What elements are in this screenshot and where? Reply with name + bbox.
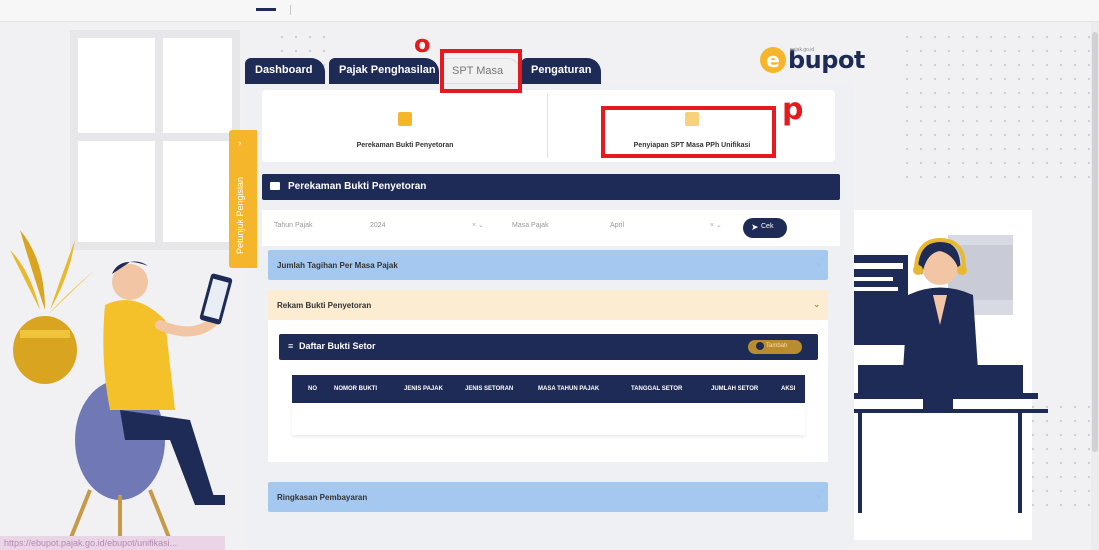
accordion-ringkasan-label: Ringkasan Pembayaran — [277, 493, 368, 502]
menu-perekaman-label: Perekaman Bukti Penyetoran — [356, 142, 454, 149]
daftar-title: Daftar Bukti Setor — [299, 341, 376, 351]
logo-tagline: pajak.go.id — [790, 47, 815, 53]
annotation-box-spt-masa — [440, 49, 522, 93]
tab-pengaturan[interactable]: Pengaturan — [521, 58, 601, 84]
tambah-label: Tambah — [766, 343, 788, 349]
cek-button[interactable]: ➤ Cek — [743, 218, 787, 238]
toolbar-separator — [290, 5, 291, 15]
annotation-letter-p: p — [782, 92, 804, 127]
masa-pajak-label: Masa Pajak — [512, 222, 549, 229]
tab-dashboard[interactable]: Dashboard — [245, 58, 325, 84]
logo-e-badge: e — [760, 47, 786, 73]
th-no: NO — [308, 386, 317, 392]
masa-pajak-select[interactable]: April — [610, 222, 624, 229]
tambah-button[interactable]: Tambah — [748, 340, 802, 354]
menu-divider — [547, 94, 548, 158]
section-header: Perekaman Bukti Penyetoran — [262, 174, 840, 200]
customer-service-illustration — [848, 235, 1048, 513]
filter-row: Tahun Pajak 2024 × ⌄ Masa Pajak April × … — [262, 210, 840, 246]
browser-toolbar — [0, 0, 1099, 22]
th-jenis-setoran: JENIS SETORAN — [465, 386, 514, 392]
paper-plane-icon: ➤ — [751, 222, 759, 232]
window-frame-horizontal — [78, 133, 232, 141]
chevron-right-icon: › — [817, 492, 820, 501]
chevron-right-icon: › — [817, 260, 820, 269]
accordion-rekam-bukti[interactable]: Rekam Bukti Penyetoran ⌄ — [268, 290, 828, 320]
accordion-ringkasan[interactable]: Ringkasan Pembayaran › — [268, 482, 828, 512]
tab-pajak-penghasilan[interactable]: Pajak Penghasilan — [329, 58, 439, 84]
tahun-pajak-select[interactable]: 2024 — [370, 222, 386, 229]
receipt-icon — [398, 112, 412, 126]
accordion-jumlah-label: Jumlah Tagihan Per Masa Pajak — [277, 261, 398, 270]
annotation-box-penyiapan — [601, 106, 776, 158]
chevron-right-icon: › — [238, 138, 242, 149]
page-scrollbar[interactable] — [1091, 22, 1099, 550]
masa-clear-chevron-icon[interactable]: × ⌄ — [710, 221, 722, 229]
scrollbar-thumb[interactable] — [1092, 32, 1098, 452]
menu-perekaman-bukti[interactable]: Perekaman Bukti Penyetoran — [262, 90, 548, 162]
accordion-rekam-label: Rekam Bukti Penyetoran — [277, 301, 372, 310]
man-with-phone-illustration — [10, 230, 233, 545]
tahun-clear-chevron-icon[interactable]: × ⌄ — [472, 221, 484, 229]
petunjuk-pengisian-label: Petunjuk Pengisian — [235, 176, 245, 254]
th-jenis-pajak: JENIS PAJAK — [404, 386, 443, 392]
table-header: NO NOMOR BUKTI JENIS PAJAK JENIS SETORAN… — [292, 375, 805, 403]
list-icon: ≡ — [288, 341, 294, 351]
chevron-down-icon: ⌄ — [813, 300, 820, 309]
dot-pattern — [900, 30, 1090, 180]
plus-circle-icon — [756, 342, 764, 350]
cek-label: Cek — [761, 223, 774, 230]
tahun-pajak-label: Tahun Pajak — [274, 222, 313, 229]
th-jumlah-setor: JUMLAH SETOR — [711, 386, 759, 392]
th-masa-tahun-pajak: MASA TAHUN PAJAK — [538, 386, 600, 392]
th-tanggal-setor: TANGGAL SETOR — [631, 386, 683, 392]
status-url: https://ebupot.pajak.go.id/ebupot/unifik… — [0, 536, 225, 550]
wallet-icon — [270, 182, 280, 190]
th-nomor-bukti: NOMOR BUKTI — [334, 386, 377, 392]
section-title: Perekaman Bukti Penyetoran — [288, 181, 427, 192]
accordion-jumlah-tagihan[interactable]: Jumlah Tagihan Per Masa Pajak › — [268, 250, 828, 280]
petunjuk-pengisian-tab[interactable]: › Petunjuk Pengisian — [229, 130, 257, 268]
ebupot-logo: e bupot pajak.go.id — [760, 45, 865, 75]
annotation-letter-o: o — [414, 30, 431, 58]
menu-dash — [256, 8, 276, 11]
daftar-bukti-header: ≡ Daftar Bukti Setor Tambah — [279, 334, 818, 360]
th-aksi: AKSI — [781, 386, 796, 392]
table-body — [292, 403, 805, 435]
